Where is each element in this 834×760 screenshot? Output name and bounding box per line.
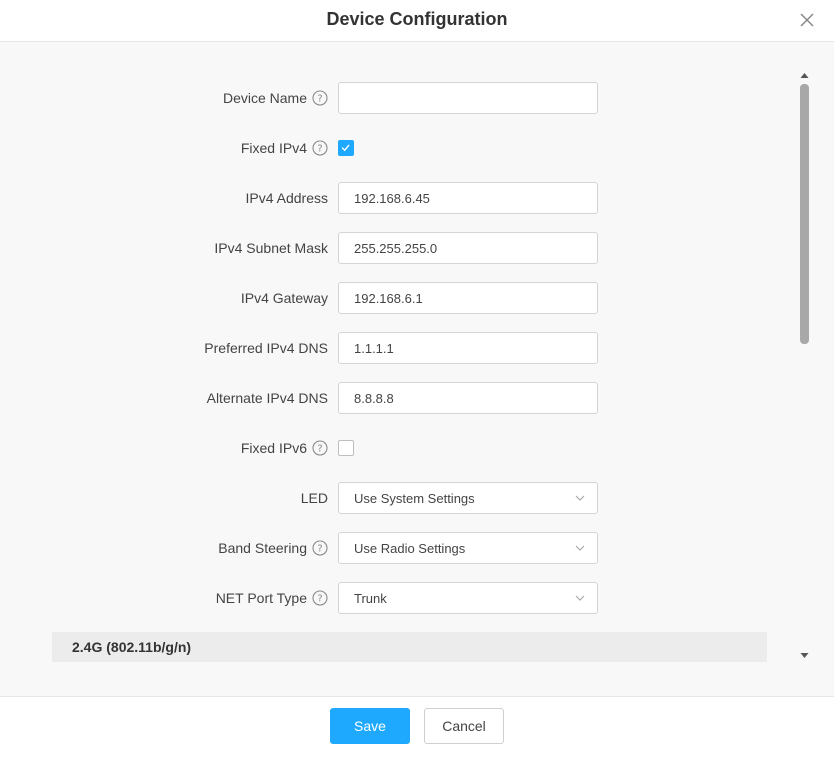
ipv4-subnet-mask-input[interactable] <box>338 232 598 264</box>
help-icon[interactable]: ? <box>312 90 328 106</box>
scroll-up-arrow-icon[interactable] <box>800 72 809 79</box>
fixed-ipv4-checkbox[interactable] <box>338 140 354 156</box>
device-name-row: Device Name ? <box>0 82 800 114</box>
preferred-ipv4-dns-row: Preferred IPv4 DNS <box>0 332 800 364</box>
chevron-down-icon <box>575 595 585 601</box>
led-select[interactable]: Use System Settings <box>338 482 598 514</box>
dialog-footer: Save Cancel <box>0 696 834 760</box>
ipv4-address-row: IPv4 Address <box>0 182 800 214</box>
help-icon[interactable]: ? <box>312 140 328 156</box>
svg-text:?: ? <box>317 544 322 555</box>
alternate-ipv4-dns-label: Alternate IPv4 DNS <box>206 390 328 406</box>
svg-text:?: ? <box>317 94 322 105</box>
chevron-down-icon <box>575 495 585 501</box>
help-icon[interactable]: ? <box>312 590 328 606</box>
checkmark-icon <box>341 144 350 152</box>
help-icon[interactable]: ? <box>312 440 328 456</box>
led-select-value: Use System Settings <box>354 490 475 506</box>
dialog-body: Device Name ? Fixed IPv4 ? IPv4 Address … <box>0 42 834 696</box>
ipv4-gateway-row: IPv4 Gateway <box>0 282 800 314</box>
band-steering-label: Band Steering <box>218 540 307 556</box>
preferred-ipv4-dns-label: Preferred IPv4 DNS <box>204 340 328 356</box>
fixed-ipv6-row: Fixed IPv6 ? <box>0 432 800 464</box>
chevron-down-icon <box>575 545 585 551</box>
fixed-ipv6-checkbox[interactable] <box>338 440 354 456</box>
svg-text:?: ? <box>317 444 322 455</box>
net-port-type-select[interactable]: Trunk <box>338 582 598 614</box>
cancel-button[interactable]: Cancel <box>424 708 504 744</box>
scrollbar-thumb[interactable] <box>800 84 809 344</box>
ipv4-subnet-mask-label: IPv4 Subnet Mask <box>214 240 328 256</box>
fixed-ipv4-label: Fixed IPv4 <box>240 140 307 156</box>
net-port-type-label: NET Port Type <box>215 590 307 606</box>
ipv4-address-label: IPv4 Address <box>245 190 329 206</box>
dialog-title: Device Configuration <box>326 9 508 29</box>
net-port-type-select-value: Trunk <box>354 590 387 606</box>
device-name-input[interactable] <box>338 82 598 114</box>
help-icon[interactable]: ? <box>312 540 328 556</box>
fixed-ipv6-label: Fixed IPv6 <box>240 440 307 456</box>
alternate-ipv4-dns-input[interactable] <box>338 382 598 414</box>
net-port-type-row: NET Port Type ? Trunk <box>0 582 800 614</box>
svg-text:?: ? <box>317 144 322 155</box>
band-steering-select[interactable]: Use Radio Settings <box>338 532 598 564</box>
fixed-ipv4-row: Fixed IPv4 ? <box>0 132 800 164</box>
ipv4-address-input[interactable] <box>338 182 598 214</box>
dialog-header: Device Configuration <box>0 0 834 42</box>
device-configuration-dialog: Device Configuration Device Name ? Fixed… <box>0 0 834 760</box>
band-steering-row: Band Steering ? Use Radio Settings <box>0 532 800 564</box>
section-header-2-4g[interactable]: 2.4G (802.11b/g/n) <box>52 632 767 662</box>
save-button[interactable]: Save <box>330 708 410 744</box>
svg-text:?: ? <box>317 594 322 605</box>
ipv4-gateway-input[interactable] <box>338 282 598 314</box>
led-label: LED <box>300 490 328 506</box>
preferred-ipv4-dns-input[interactable] <box>338 332 598 364</box>
alternate-ipv4-dns-row: Alternate IPv4 DNS <box>0 382 800 414</box>
ipv4-gateway-label: IPv4 Gateway <box>240 290 328 306</box>
ipv4-subnet-mask-row: IPv4 Subnet Mask <box>0 232 800 264</box>
scroll-down-arrow-icon[interactable] <box>800 652 809 659</box>
band-steering-select-value: Use Radio Settings <box>354 540 466 556</box>
close-icon[interactable] <box>798 11 816 29</box>
device-name-label: Device Name <box>222 90 307 106</box>
led-row: LED Use System Settings <box>0 482 800 514</box>
